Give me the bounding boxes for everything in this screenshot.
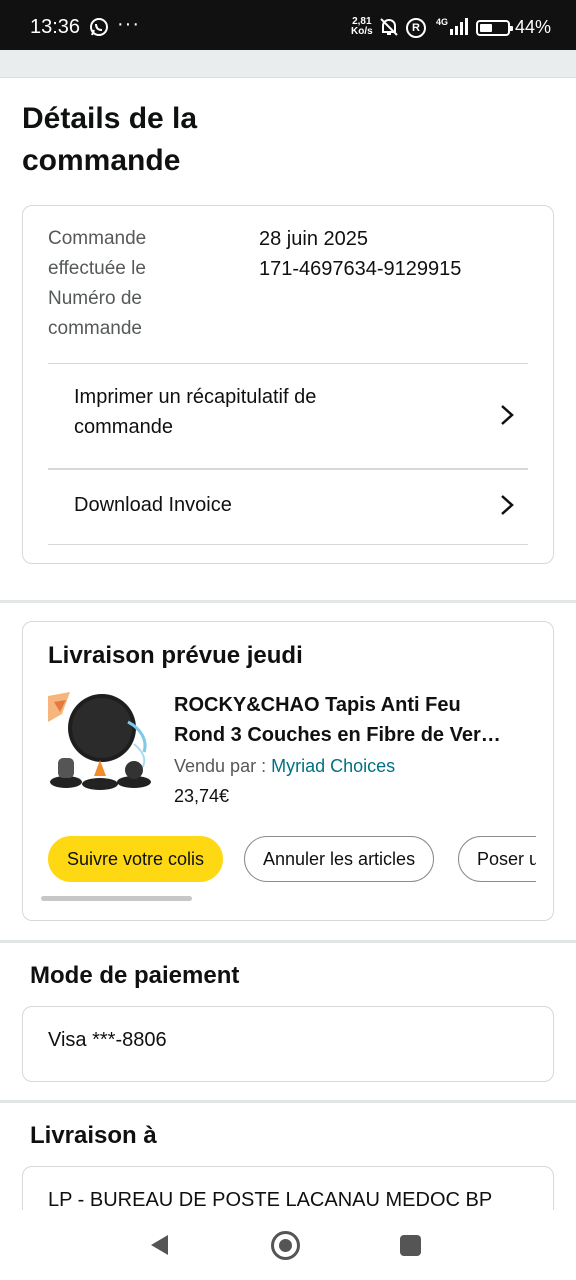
home-icon[interactable] [271,1231,300,1260]
order-details-scroll[interactable]: Détails de la commande Commande effectué… [0,78,576,1210]
r-badge-icon: R [406,18,426,38]
delivery-card: Livraison prévue jeudi ROCKY&CHAO Tapis … [22,621,554,921]
payment-card: Visa ***-8806 [22,1006,554,1082]
battery-percent: 44% [515,17,552,37]
status-bar: 13:36 ··· 2,81 Ko/s R 4G 44% [0,0,576,50]
print-summary-link[interactable]: Imprimer un récapitulatif de commande [48,364,528,468]
bell-off-icon [380,18,398,36]
seller-prefix: Vendu par : [174,756,272,776]
order-number-value: 171-4697634-9129915 [259,258,462,280]
shipping-address-line: LP - BUREAU DE POSTE LACANAU MEDOC BP [48,1189,493,1210]
order-summary-card: Commande effectuée le Numéro de commande… [22,205,554,564]
product-title[interactable]: ROCKY&CHAO Tapis Anti Feu Rond 3 Couches… [174,690,534,750]
seller-info: Vendu par : Myriad Choices [174,752,395,780]
whatsapp-icon [90,18,108,36]
shipping-address-card: LP - BUREAU DE POSTE LACANAU MEDOC BP [22,1166,554,1210]
divider [48,544,528,545]
seller-link[interactable]: Myriad Choices [271,756,395,776]
recents-icon[interactable] [400,1235,421,1256]
back-icon[interactable] [148,1233,172,1257]
battery-icon [476,20,513,36]
order-date-value: 28 juin 2025 [259,228,368,250]
chevron-right-icon [501,405,514,425]
section-separator [0,600,576,603]
section-separator [0,1100,576,1103]
product-image[interactable] [48,692,154,798]
ask-question-button[interactable]: Poser u [458,836,536,882]
header-remnant [0,50,576,78]
product-title-line2: Rond 3 Couches en Fibre de Ver… [174,724,501,746]
horizontal-scrollbar[interactable] [41,896,192,901]
system-nav-bar [0,1210,576,1280]
payment-title: Mode de paiement [30,962,240,989]
cancel-items-button[interactable]: Annuler les articles [244,836,435,882]
track-package-button[interactable]: Suivre votre colis [48,836,224,882]
status-time: 13:36 [30,16,81,38]
chevron-right-icon [501,495,514,515]
product-price: 23,74€ [174,786,230,806]
order-date-label: Commande effectuée le [48,228,147,279]
payment-method: Visa ***-8806 [48,1029,167,1051]
more-notifications-icon: ··· [117,13,140,35]
download-invoice-link[interactable]: Download Invoice [48,470,528,544]
action-buttons[interactable]: Suivre votre colis Annuler les articles … [48,836,536,884]
shipping-title: Livraison à [30,1122,157,1149]
signal-icon [450,18,468,35]
order-number-label: Numéro de commande [48,288,142,339]
delivery-title: Livraison prévue jeudi [48,642,303,669]
page-title: Détails de la commande [22,102,198,177]
order-labels: Commande effectuée le Numéro de commande [48,224,188,344]
net-speed: 2,81 Ko/s [351,17,373,37]
print-summary-label: Imprimer un récapitulatif de commande [74,386,317,438]
order-values: 28 juin 2025 171-4697634-9129915 [259,224,461,284]
section-separator [0,940,576,943]
net-speed-unit: Ko/s [351,26,373,37]
product-title-line1: ROCKY&CHAO Tapis Anti Feu [174,694,461,716]
download-invoice-label: Download Invoice [74,494,232,516]
